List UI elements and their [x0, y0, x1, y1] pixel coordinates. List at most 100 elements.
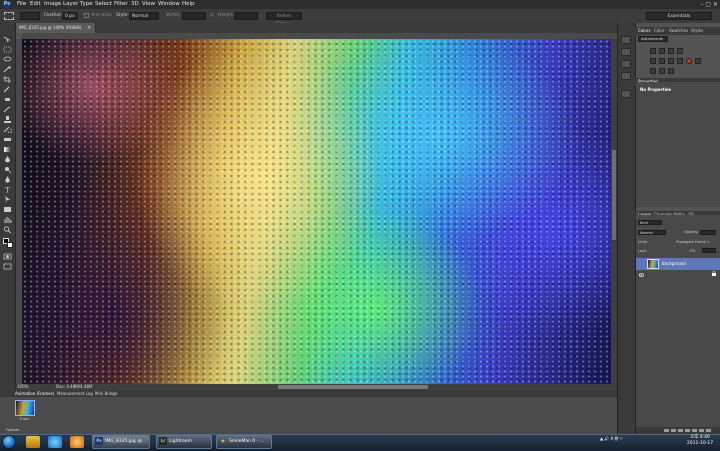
threshold-icon[interactable] — [668, 68, 674, 74]
close-tab-icon[interactable]: × — [87, 25, 91, 31]
task-photoshop[interactable]: Ps IMG_8335.jpg @ ... — [92, 435, 150, 449]
color-balance-icon[interactable] — [668, 58, 674, 64]
shape-icon[interactable] — [3, 206, 12, 213]
explorer-icon[interactable] — [26, 436, 40, 448]
lasso-icon[interactable] — [3, 56, 12, 63]
image-canvas[interactable] — [22, 39, 611, 384]
loop-select[interactable]: Forever — [6, 428, 19, 432]
refine-edge-button[interactable]: Refine Edge... — [266, 12, 302, 27]
link-layers-icon[interactable] — [664, 429, 669, 432]
propagate-frame-checkbox[interactable]: Propagate Frame 1 — [676, 239, 709, 245]
tab-animation-frames[interactable]: Animation (Frames) — [15, 390, 54, 397]
antialias-checkbox[interactable] — [84, 13, 89, 18]
system-tray[interactable]: ▲ 🔊 A 拼 ⚐ — [600, 436, 623, 448]
hand-icon[interactable] — [3, 216, 12, 223]
levels-icon[interactable] — [659, 48, 665, 54]
swap-dimensions-icon[interactable]: ⇄ — [210, 12, 214, 20]
zoom-icon[interactable] — [3, 226, 12, 233]
healing-brush-icon[interactable] — [3, 96, 12, 103]
width-input[interactable] — [182, 12, 206, 20]
new-layer-icon[interactable] — [699, 429, 704, 432]
menu-help[interactable]: Help — [182, 0, 195, 9]
move-tool-icon[interactable] — [3, 36, 12, 43]
clone-stamp-icon[interactable] — [3, 116, 12, 123]
crop-icon[interactable] — [3, 76, 12, 83]
tab-color[interactable]: Color — [654, 27, 664, 35]
clock[interactable]: 오후 4:49 2011-10-17 — [682, 435, 718, 447]
layer-style-icon[interactable] — [671, 429, 676, 432]
tab-mini-bridge[interactable]: Mini Bridge — [95, 390, 118, 397]
menu-layer[interactable]: Layer — [63, 0, 78, 9]
adjustments-select[interactable]: Adjustments — [638, 36, 668, 42]
layer-name[interactable]: Background — [662, 258, 686, 270]
window-controls[interactable]: – ▢ ✕ — [700, 0, 718, 9]
document-tab[interactable]: IMG_8335.jpg @ 100% (RGB/8) — [16, 23, 96, 33]
menu-file[interactable]: File — [17, 0, 26, 9]
history-icon[interactable] — [621, 36, 631, 44]
quick-selection-icon[interactable] — [3, 66, 12, 73]
gradient-icon[interactable] — [3, 146, 12, 153]
start-button[interactable] — [2, 435, 16, 449]
menu-edit[interactable]: Edit — [30, 0, 41, 9]
trash-icon[interactable] — [706, 429, 711, 432]
layer-filter-kind-select[interactable]: Kind — [638, 220, 662, 225]
layer-thumbnail[interactable] — [647, 259, 659, 269]
tab-measurement-log[interactable]: Measurement Log — [57, 390, 93, 397]
character-icon[interactable] — [621, 60, 631, 68]
brush-icon[interactable] — [3, 106, 12, 113]
adjustment-layer-icon[interactable] — [685, 429, 690, 432]
fill-input[interactable] — [702, 248, 716, 253]
menu-3d[interactable]: 3D — [131, 0, 139, 9]
internet-explorer-icon[interactable] — [48, 436, 62, 448]
menu-type[interactable]: Type — [80, 0, 93, 9]
screen-mode-icon[interactable] — [3, 263, 12, 270]
invert-icon[interactable] — [650, 68, 656, 74]
channel-mixer-icon[interactable] — [695, 58, 701, 64]
hue-saturation-icon[interactable] — [659, 58, 665, 64]
eraser-icon[interactable] — [3, 136, 12, 143]
paragraph-icon[interactable] — [621, 72, 631, 80]
curves-icon[interactable] — [668, 48, 674, 54]
eye-icon[interactable] — [638, 262, 645, 277]
history-brush-icon[interactable] — [3, 126, 12, 133]
dodge-icon[interactable] — [3, 166, 12, 173]
vertical-scroll-thumb[interactable] — [612, 150, 616, 240]
tab-styles[interactable]: Styles — [691, 27, 703, 35]
tab-colors[interactable]: Colors — [638, 27, 651, 35]
posterize-icon[interactable] — [659, 68, 665, 74]
workspace-select[interactable]: Essentials — [646, 12, 712, 20]
vibrance-icon[interactable] — [650, 58, 656, 64]
path-selection-icon[interactable] — [3, 196, 12, 203]
blur-icon[interactable] — [3, 156, 12, 163]
horizontal-scroll-thumb[interactable] — [278, 385, 428, 389]
rectangular-marquee-icon[interactable] — [3, 46, 12, 53]
new-group-icon[interactable] — [692, 429, 697, 432]
quick-mask-icon[interactable] — [3, 253, 12, 260]
menu-view[interactable]: View — [142, 0, 155, 9]
eyedropper-icon[interactable] — [3, 86, 12, 93]
marquee-tool-icon[interactable] — [4, 12, 14, 20]
type-icon[interactable]: T — [3, 186, 12, 194]
task-lightroom[interactable]: Lr Lightroom — [156, 435, 212, 449]
tab-swatches[interactable]: Swatches — [669, 27, 688, 35]
background-color-swatch[interactable] — [7, 242, 13, 248]
height-input[interactable] — [234, 12, 258, 20]
style-select[interactable]: Normal — [129, 12, 159, 20]
selection-mode-buttons[interactable] — [20, 12, 40, 20]
exposure-icon[interactable] — [677, 48, 683, 54]
brightness-icon[interactable] — [650, 48, 656, 54]
actions-icon[interactable] — [621, 48, 631, 56]
pen-icon[interactable] — [3, 176, 12, 183]
menu-select[interactable]: Select — [95, 0, 112, 9]
animation-frame-thumbnail[interactable] — [15, 400, 35, 416]
layer-mask-icon[interactable] — [678, 429, 683, 432]
feather-input[interactable]: 0 px — [62, 12, 78, 20]
blend-mode-select[interactable]: Normal — [638, 230, 666, 235]
task-browser[interactable]: ◉ SmileMan 0 - ... — [216, 435, 272, 449]
black-white-icon[interactable] — [677, 58, 683, 64]
brush-presets-icon[interactable] — [621, 90, 631, 98]
menu-filter[interactable]: Filter — [114, 0, 128, 9]
opacity-input[interactable] — [700, 230, 716, 235]
frame-delay[interactable]: 0 sec. — [15, 417, 35, 421]
menu-image[interactable]: Image — [44, 0, 61, 9]
